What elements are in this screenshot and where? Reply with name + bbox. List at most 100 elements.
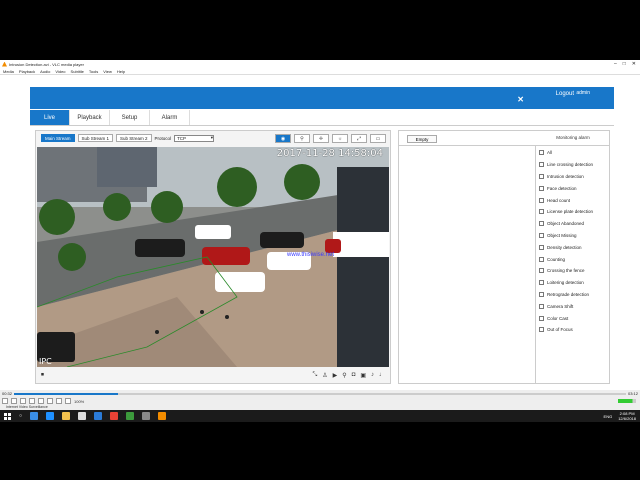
menu-media[interactable]: Media: [3, 69, 14, 74]
previous-icon[interactable]: [11, 398, 17, 404]
alarm-item-counting[interactable]: Counting: [539, 253, 609, 265]
alarm-item-density[interactable]: Density detection: [539, 241, 609, 253]
menu-playback[interactable]: Playback: [19, 69, 35, 74]
alarm-item-loitering[interactable]: Loitering detection: [539, 277, 609, 289]
alarm-item-object-abandoned[interactable]: Object Abandoned: [539, 218, 609, 230]
protocol-value: TCP: [177, 135, 187, 141]
ptz-icon[interactable]: ✛: [313, 134, 329, 143]
minimize-icon[interactable]: –: [614, 61, 617, 67]
alarm-item-line-crossing[interactable]: Line crossing detection: [539, 159, 609, 171]
speaker-icon[interactable]: ♪: [371, 372, 374, 379]
alarm-item-object-missing[interactable]: Object Missing: [539, 230, 609, 242]
alarm-item-face[interactable]: Face detection: [539, 182, 609, 194]
checkbox[interactable]: [539, 315, 544, 321]
checkbox[interactable]: [539, 197, 544, 203]
menu-audio[interactable]: Audio: [40, 69, 50, 74]
loop-icon[interactable]: [56, 398, 62, 404]
fullscreen-icon[interactable]: ⤢: [351, 134, 367, 143]
alarm-item-license-plate[interactable]: License plate detection: [539, 206, 609, 218]
alarm-item-color-cast[interactable]: Color Cast: [539, 312, 609, 324]
checkbox[interactable]: [539, 150, 544, 156]
checkbox[interactable]: [539, 173, 544, 179]
checkbox[interactable]: [539, 221, 544, 227]
close-icon[interactable]: ✕: [632, 61, 636, 67]
stop-icon[interactable]: ⏹: [41, 372, 44, 379]
checkbox[interactable]: [539, 280, 544, 286]
vlc-seekbar[interactable]: 00:32 03:12: [0, 390, 640, 397]
alarm-item-head-count[interactable]: Head count: [539, 194, 609, 206]
picture-icon[interactable]: ▣: [360, 372, 366, 379]
shuffle-icon[interactable]: [65, 398, 71, 404]
alarm-item-intrusion[interactable]: Intrusion detection: [539, 171, 609, 183]
alarm-item-retrograde[interactable]: Retrograde detection: [539, 289, 609, 301]
tab-playback[interactable]: Playback: [70, 110, 110, 125]
checkbox[interactable]: [539, 291, 544, 297]
empty-button[interactable]: Empty: [407, 135, 437, 143]
store-icon[interactable]: [78, 412, 87, 420]
window-icon[interactable]: ▭: [370, 134, 386, 143]
alarm-item-crossing-fence[interactable]: Crossing the fence: [539, 265, 609, 277]
alarm-item-label: Crossing the fence: [547, 268, 585, 274]
checkbox[interactable]: [539, 256, 544, 262]
seek-track[interactable]: [14, 393, 626, 395]
next-icon[interactable]: [29, 398, 35, 404]
vlc-taskbar-icon[interactable]: [158, 412, 167, 420]
language-indicator[interactable]: ENG: [604, 414, 613, 419]
checkbox[interactable]: [539, 244, 544, 250]
sub-stream-2-button[interactable]: Sub Stream 2: [116, 134, 152, 142]
menu-subtitle[interactable]: Subtitle: [71, 69, 84, 74]
tab-setup[interactable]: Setup: [110, 110, 150, 125]
tab-live[interactable]: Live: [30, 110, 70, 125]
menu-help[interactable]: Help: [117, 69, 125, 74]
logout-x-icon[interactable]: ✕: [517, 95, 524, 104]
checkbox[interactable]: [539, 209, 544, 215]
main-stream-button[interactable]: Main Stream: [41, 134, 75, 142]
mail-icon[interactable]: [94, 412, 103, 420]
checkbox[interactable]: [539, 185, 544, 191]
menu-tools[interactable]: Tools: [89, 69, 98, 74]
app-icon[interactable]: [142, 412, 151, 420]
task-view-icon[interactable]: [30, 412, 39, 420]
sub-stream-1-button[interactable]: Sub Stream 1: [77, 134, 114, 142]
checkbox[interactable]: [539, 268, 544, 274]
alarm-item-camera-shift[interactable]: Camera Shift: [539, 300, 609, 312]
chrome-icon[interactable]: [110, 412, 119, 420]
protocol-select[interactable]: TCP ▾: [174, 134, 215, 142]
menu-video[interactable]: Video: [55, 69, 65, 74]
volume-slider[interactable]: [618, 399, 636, 403]
stop-icon[interactable]: [20, 398, 26, 404]
logout-label: Logout: [555, 91, 574, 97]
logout-button[interactable]: Logout: [556, 91, 574, 97]
maximize-icon[interactable]: □: [623, 61, 626, 67]
snapshot-icon[interactable]: ◘: [352, 372, 356, 379]
menu-view[interactable]: View: [103, 69, 112, 74]
image-icon[interactable]: ☼: [332, 134, 348, 143]
checkbox[interactable]: [539, 327, 544, 333]
alarm-item-label: Intrusion detection: [547, 173, 584, 179]
person-icon[interactable]: ♙: [322, 372, 327, 379]
vlc-controls: 100%: [0, 397, 640, 405]
excel-icon[interactable]: [126, 412, 135, 420]
zoom-icon[interactable]: ⚲: [294, 134, 310, 143]
edge-icon[interactable]: [46, 412, 55, 420]
playlist-icon[interactable]: [47, 398, 53, 404]
taskbar-clock[interactable]: 2:08 PM 12/6/2018: [618, 411, 636, 421]
microphone-icon[interactable]: ♩: [379, 372, 385, 379]
line-icon[interactable]: ⤡: [312, 372, 317, 379]
alarm-item-label: Camera Shift: [547, 303, 574, 309]
search-icon[interactable]: ⚲: [342, 372, 346, 379]
file-explorer-icon[interactable]: [62, 412, 71, 420]
checkbox[interactable]: [539, 232, 544, 238]
search-icon[interactable]: ○: [19, 413, 22, 419]
alarm-item-all[interactable]: All: [539, 147, 609, 159]
camera-video-feed[interactable]: 2017-11-28 14:58:04 IPC www.thisiwise.ne…: [37, 147, 389, 367]
alarm-item-out-of-focus[interactable]: Out of Focus: [539, 324, 609, 336]
checkbox[interactable]: [539, 303, 544, 309]
view-icon[interactable]: ◉: [275, 134, 291, 143]
checkbox[interactable]: [539, 162, 544, 168]
fullscreen-icon[interactable]: [38, 398, 44, 404]
video-record-icon[interactable]: ▶: [333, 372, 338, 379]
tab-alarm[interactable]: Alarm: [150, 110, 190, 125]
windows-start-icon[interactable]: [4, 412, 11, 420]
play-icon[interactable]: [2, 398, 8, 404]
